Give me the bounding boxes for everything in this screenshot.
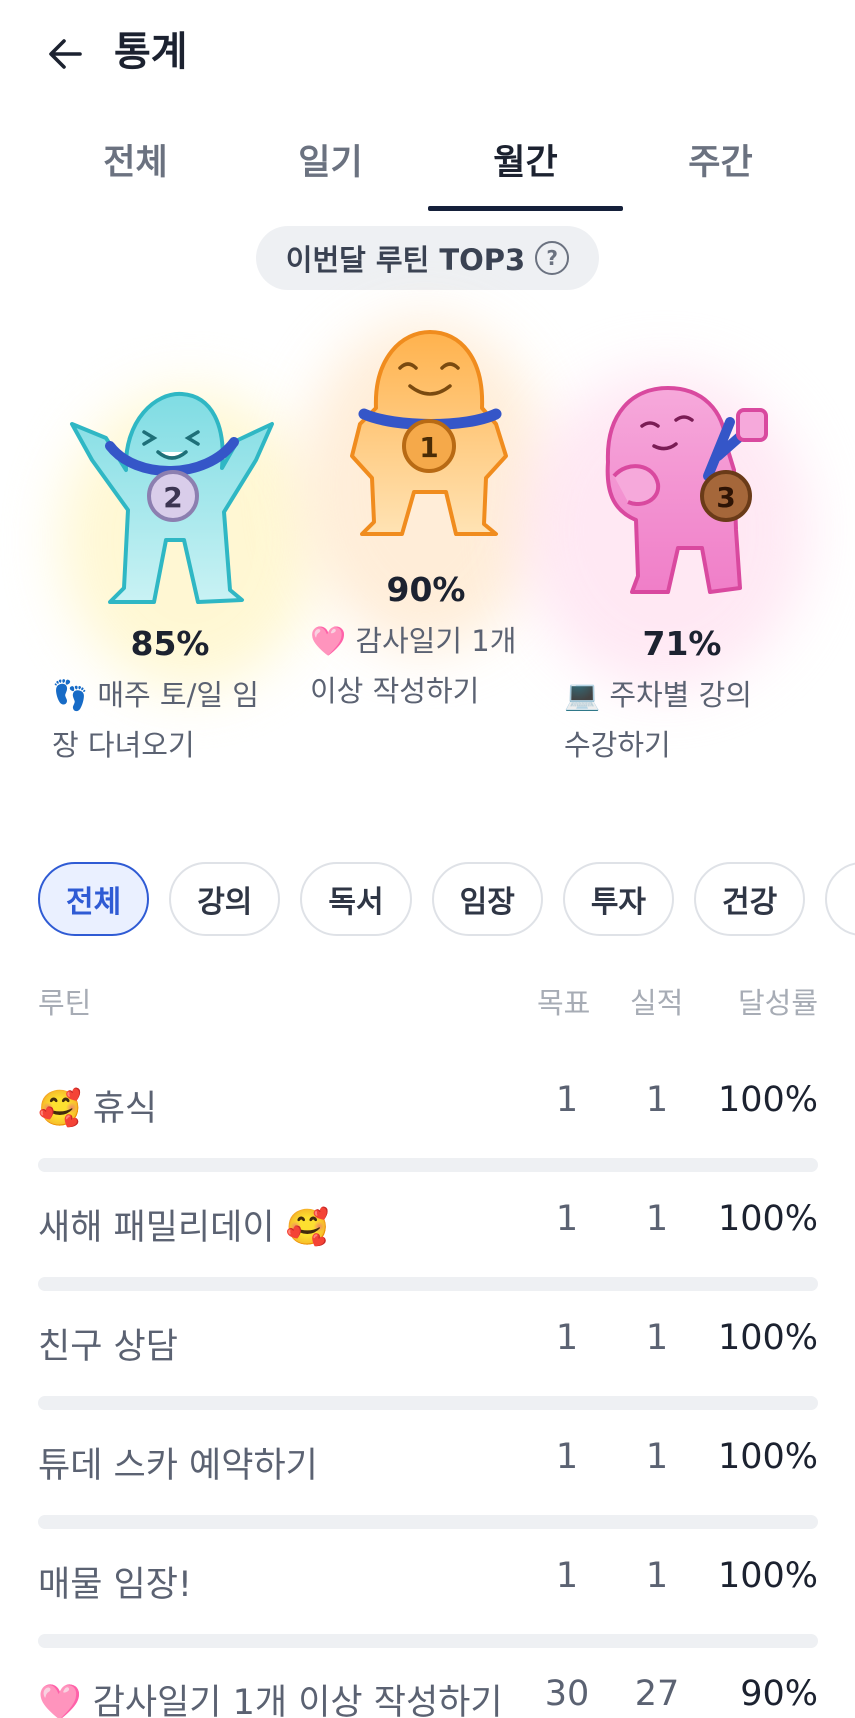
row-goal: 1 bbox=[555, 1437, 579, 1477]
row-done: 1 bbox=[645, 1318, 669, 1358]
category-filter-chips: 전체 강의 독서 임장 투자 건강 관 bbox=[38, 862, 855, 938]
row-done: 27 bbox=[634, 1674, 680, 1714]
top3-pill[interactable]: 이번달 루틴 TOP3 ? bbox=[256, 226, 599, 290]
tab-diary[interactable]: 일기 bbox=[233, 128, 428, 214]
row-rate: 100% bbox=[717, 1437, 818, 1477]
chip-all[interactable]: 전체 bbox=[38, 862, 150, 936]
row-routine-name: 매물 임장! bbox=[38, 1565, 192, 1605]
chip-reading[interactable]: 독서 bbox=[300, 862, 412, 936]
row-rate: 100% bbox=[717, 1556, 818, 1596]
rank2-routine-name: 👣 매주 토/일 임 장 다녀오기 bbox=[52, 670, 302, 770]
rank3-routine-name: 💻 주차별 강의 수강하기 bbox=[564, 670, 804, 770]
tab-all[interactable]: 전체 bbox=[38, 128, 233, 214]
table-row[interactable]: 새해 패밀리데이 🥰 1 1 100% bbox=[38, 1185, 818, 1304]
header-done: 실적 bbox=[630, 986, 684, 1020]
rank1-character-icon: 1 bbox=[350, 330, 508, 536]
header-goal: 목표 bbox=[537, 986, 591, 1020]
row-rate: 100% bbox=[717, 1080, 818, 1120]
top3-pill-label: 이번달 루틴 TOP3 bbox=[285, 243, 526, 277]
row-done: 1 bbox=[645, 1556, 669, 1596]
rank1-percent: 90% bbox=[386, 570, 466, 609]
svg-text:2: 2 bbox=[163, 481, 182, 514]
table-row[interactable]: 🩷 감사일기 1개 이상 작성하기 30 27 90% bbox=[38, 1660, 818, 1718]
rank2-character-icon: 2 bbox=[70, 391, 274, 604]
row-done: 1 bbox=[645, 1080, 669, 1120]
rank3-percent: 71% bbox=[642, 624, 722, 663]
header-routine: 루틴 bbox=[38, 986, 92, 1020]
svg-text:3: 3 bbox=[716, 481, 735, 514]
tab-monthly[interactable]: 월간 bbox=[428, 128, 623, 214]
rank3-name-line2: 수강하기 bbox=[564, 728, 671, 762]
row-goal: 1 bbox=[555, 1080, 579, 1120]
rank1-routine-name: 🩷 감사일기 1개 이상 작성하기 bbox=[310, 616, 550, 716]
table-row[interactable]: 친구 상담 1 1 100% bbox=[38, 1304, 818, 1423]
rank1-name-line1: 🩷 감사일기 1개 bbox=[310, 624, 517, 658]
header: 통계 bbox=[0, 0, 855, 104]
chip-health[interactable]: 건강 bbox=[694, 862, 806, 936]
routine-table-header: 루틴 목표 실적 달성률 bbox=[38, 974, 818, 1024]
row-progress-track bbox=[38, 1158, 818, 1172]
table-row[interactable]: 🥰 휴식 1 1 100% bbox=[38, 1066, 818, 1185]
row-goal: 1 bbox=[555, 1199, 579, 1239]
chip-more[interactable]: 관 bbox=[825, 862, 855, 936]
chip-site-visit[interactable]: 임장 bbox=[431, 862, 543, 936]
period-tabs: 전체 일기 월간 주간 bbox=[38, 128, 818, 214]
row-goal: 1 bbox=[555, 1556, 579, 1596]
row-routine-name: 친구 상담 bbox=[38, 1327, 178, 1367]
row-goal: 1 bbox=[555, 1318, 579, 1358]
row-goal: 30 bbox=[544, 1674, 590, 1714]
row-rate: 90% bbox=[740, 1674, 818, 1714]
row-done: 1 bbox=[645, 1199, 669, 1239]
header-rate: 달성률 bbox=[737, 986, 818, 1020]
rank2-name-line2: 장 다녀오기 bbox=[52, 728, 195, 762]
rank2-name-line1: 👣 매주 토/일 임 bbox=[52, 678, 259, 712]
rank3-name-line1: 💻 주차별 강의 bbox=[564, 678, 752, 712]
page-title: 통계 bbox=[114, 29, 188, 75]
row-routine-name: 🥰 휴식 bbox=[38, 1089, 158, 1129]
top3-podium: 2 1 3 90% 🩷 감사일기 1개 이상 작성하기 85% 👣 매주 토/일… bbox=[0, 300, 855, 780]
chip-lecture[interactable]: 강의 bbox=[169, 862, 281, 936]
table-row[interactable]: 매물 임장! 1 1 100% bbox=[38, 1542, 818, 1661]
row-routine-name: 튜데 스카 예약하기 bbox=[38, 1446, 318, 1486]
row-rate: 100% bbox=[717, 1199, 818, 1239]
chip-investment[interactable]: 투자 bbox=[562, 862, 675, 936]
svg-text:1: 1 bbox=[419, 431, 438, 464]
row-done: 1 bbox=[645, 1437, 669, 1477]
row-progress-track bbox=[38, 1634, 818, 1648]
row-progress-track bbox=[38, 1396, 818, 1410]
rank1-name-line2: 이상 작성하기 bbox=[310, 674, 480, 708]
row-progress-track bbox=[38, 1277, 818, 1291]
help-icon[interactable]: ? bbox=[535, 241, 570, 275]
rank3-character-icon: 3 bbox=[605, 386, 768, 594]
table-row[interactable]: 튜데 스카 예약하기 1 1 100% bbox=[38, 1423, 818, 1542]
row-routine-name: 새해 패밀리데이 🥰 bbox=[38, 1208, 330, 1248]
back-button[interactable] bbox=[40, 28, 92, 80]
rank2-percent: 85% bbox=[130, 624, 210, 663]
row-routine-name: 🩷 감사일기 1개 이상 작성하기 bbox=[38, 1683, 503, 1718]
row-progress-track bbox=[38, 1515, 818, 1529]
tab-weekly[interactable]: 주간 bbox=[623, 128, 818, 214]
row-rate: 100% bbox=[717, 1318, 818, 1358]
arrow-left-icon bbox=[49, 39, 82, 69]
